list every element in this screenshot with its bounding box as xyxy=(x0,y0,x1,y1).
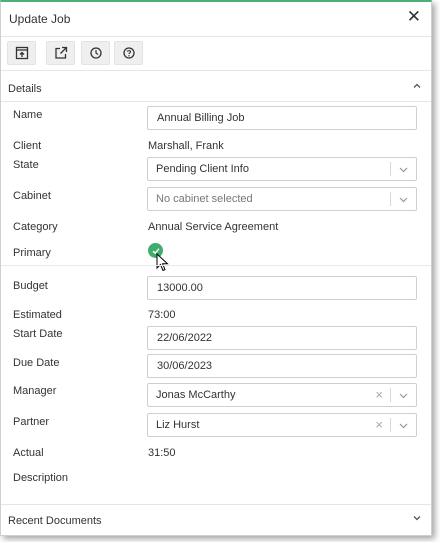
description-label: Description xyxy=(13,472,69,484)
name-label: Name xyxy=(13,109,43,121)
category-value: Annual Service Agreement xyxy=(148,221,279,233)
due-date-label: Due Date xyxy=(13,357,60,369)
select-separator xyxy=(390,418,391,432)
estimated-value: 73:00 xyxy=(148,309,176,321)
history-button[interactable] xyxy=(81,41,110,65)
chevron-down-icon xyxy=(399,197,408,203)
chevron-down-icon xyxy=(399,423,408,429)
estimated-label: Estimated xyxy=(13,309,62,321)
divider xyxy=(1,265,431,266)
manager-select[interactable]: Jonas McCarthy × xyxy=(147,383,417,407)
clock-icon xyxy=(89,47,102,59)
mouse-pointer-icon xyxy=(156,253,169,272)
help-button[interactable] xyxy=(114,41,143,65)
client-value: Marshall, Frank xyxy=(148,140,224,152)
name-input[interactable] xyxy=(147,106,417,130)
update-job-dialog: Update Job ✕ Details Name Annual Billing… xyxy=(0,0,432,536)
actual-value: 31:50 xyxy=(148,447,176,459)
external-link-icon xyxy=(54,46,67,59)
state-label: State xyxy=(13,159,39,171)
help-icon xyxy=(122,47,135,59)
budget-label: Budget xyxy=(13,280,48,292)
chevron-down-icon xyxy=(413,516,421,521)
budget-input[interactable] xyxy=(147,276,417,300)
external-link-button[interactable] xyxy=(46,41,75,65)
state-select[interactable]: Pending Client Info xyxy=(147,157,417,181)
cabinet-select[interactable]: No cabinet selected xyxy=(147,187,417,211)
chevron-down-icon xyxy=(399,393,408,399)
start-date-input[interactable] xyxy=(147,326,417,350)
open-in-panel-button[interactable] xyxy=(7,41,36,65)
dialog-titlebar: Update Job ✕ xyxy=(1,2,431,37)
category-label: Category xyxy=(13,221,58,233)
start-date-label: Start Date xyxy=(13,328,63,340)
primary-label: Primary xyxy=(13,247,51,259)
cabinet-label: Cabinet xyxy=(13,190,51,202)
select-separator xyxy=(390,162,391,176)
dialog-title: Update Job xyxy=(9,12,71,26)
partner-label: Partner xyxy=(13,416,50,428)
chevron-down-icon xyxy=(399,167,408,173)
chevron-up-icon xyxy=(413,83,421,88)
due-date-input[interactable] xyxy=(147,354,417,378)
manager-label: Manager xyxy=(13,385,57,397)
details-header-label: Details xyxy=(8,83,42,95)
partner-value: Liz Hurst xyxy=(156,419,200,431)
select-separator xyxy=(390,388,391,402)
recent-documents-section-header[interactable]: Recent Documents xyxy=(1,504,431,534)
clear-icon[interactable]: × xyxy=(375,417,383,433)
client-label: Client xyxy=(13,140,42,152)
actual-label: Actual xyxy=(13,447,44,459)
details-section-header[interactable]: Details xyxy=(1,74,431,102)
cabinet-placeholder: No cabinet selected xyxy=(156,193,253,205)
partner-select[interactable]: Liz Hurst × xyxy=(147,413,417,437)
select-separator xyxy=(390,192,391,206)
toolbar xyxy=(1,37,431,71)
open-in-panel-icon xyxy=(15,46,28,60)
clear-icon[interactable]: × xyxy=(375,387,383,403)
manager-value: Jonas McCarthy xyxy=(156,389,236,401)
recent-documents-header-label: Recent Documents xyxy=(8,515,102,527)
close-icon[interactable]: ✕ xyxy=(407,8,421,26)
state-value: Pending Client Info xyxy=(156,163,249,175)
